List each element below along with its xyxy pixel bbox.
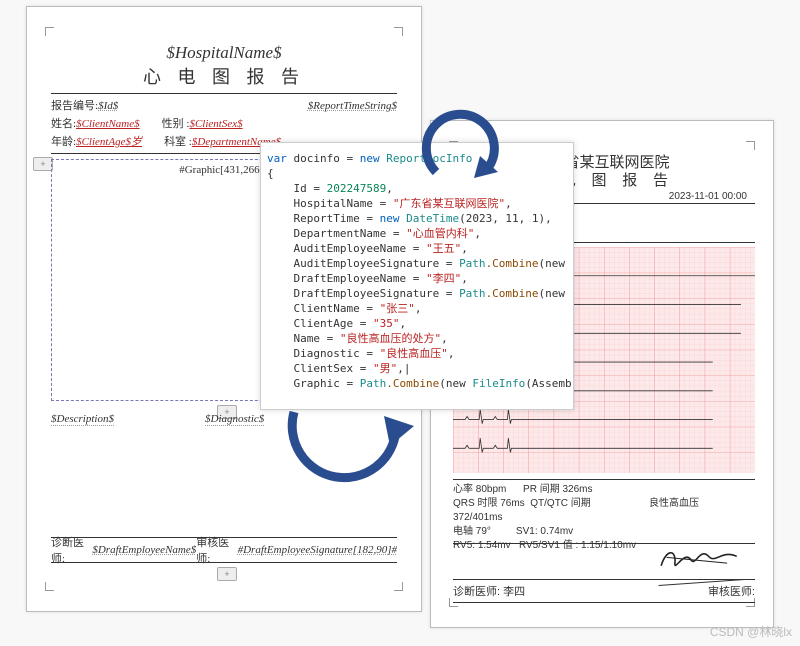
label-audit-doctor: 审核医师:: [196, 534, 237, 566]
doctor-row: 诊断医师: 李四 审核医师:: [453, 579, 755, 603]
metric-hr: 心率 80bpm: [453, 484, 506, 495]
label-draft-doctor: 诊断医师:: [51, 534, 92, 566]
add-row-button[interactable]: +: [33, 157, 53, 171]
field-client-sex[interactable]: $ClientSex$: [189, 115, 242, 133]
add-footer-button[interactable]: +: [217, 567, 237, 581]
label-dept: 科室 :: [164, 133, 192, 151]
diagnostic-value: 良性高血压: [649, 497, 755, 511]
audit-doctor: 审核医师:: [708, 583, 755, 599]
field-audit-signature[interactable]: #DraftEmployeeSignature[182,90]#: [238, 544, 397, 556]
field-draft-doctor[interactable]: $DraftEmployeeName$: [92, 544, 196, 556]
arrow-icon: [418, 98, 508, 188]
metric-pr: PR 间期 326ms: [523, 484, 592, 495]
signature-row: 诊断医师: $DraftEmployeeName$ 审核医师: #DraftEm…: [51, 537, 397, 563]
label-sex: 性别 :: [162, 115, 190, 133]
field-report-time[interactable]: $ReportTimeString$: [308, 97, 397, 115]
field-diagnostic[interactable]: $Diagnostic$: [205, 413, 264, 426]
arrow-icon: [276, 394, 426, 498]
field-report-id[interactable]: $Id$: [98, 97, 118, 115]
label-age: 年龄:: [51, 133, 76, 151]
field-description[interactable]: $Description$: [51, 413, 114, 426]
report-datetime: 2023-11-01 00:00: [669, 191, 747, 202]
report-title: 心 电 图 报 告: [27, 63, 421, 89]
hospital-placeholder: $HospitalName$: [27, 43, 421, 63]
metric-qrs: QRS 时限 76ms: [453, 498, 525, 509]
draft-doctor: 诊断医师: 李四: [453, 583, 525, 599]
signature-icon: [656, 538, 744, 578]
metric-rv5sv1: RV5/SV1 值 : 1.15/1.10mv: [519, 540, 636, 551]
label-name: 姓名:: [51, 115, 76, 133]
field-client-age[interactable]: $ClientAge$岁: [76, 133, 142, 151]
watermark: CSDN @林晓lx: [710, 623, 792, 640]
metrics-table: 心率 80bpm PR 间期 326ms QRS 时限 76ms QT/QTC …: [453, 479, 755, 544]
field-client-name[interactable]: $ClientName$: [76, 115, 140, 133]
metric-rv5: RV5: 1.54mv: [453, 540, 511, 551]
label-report-id: 报告编号:: [51, 97, 98, 115]
metric-axis: 电轴 79°: [453, 526, 491, 537]
metric-sv1: SV1: 0.74mv: [516, 526, 573, 537]
code-snippet: var docinfo = new ReportDocInfo { Id = 2…: [260, 142, 574, 410]
